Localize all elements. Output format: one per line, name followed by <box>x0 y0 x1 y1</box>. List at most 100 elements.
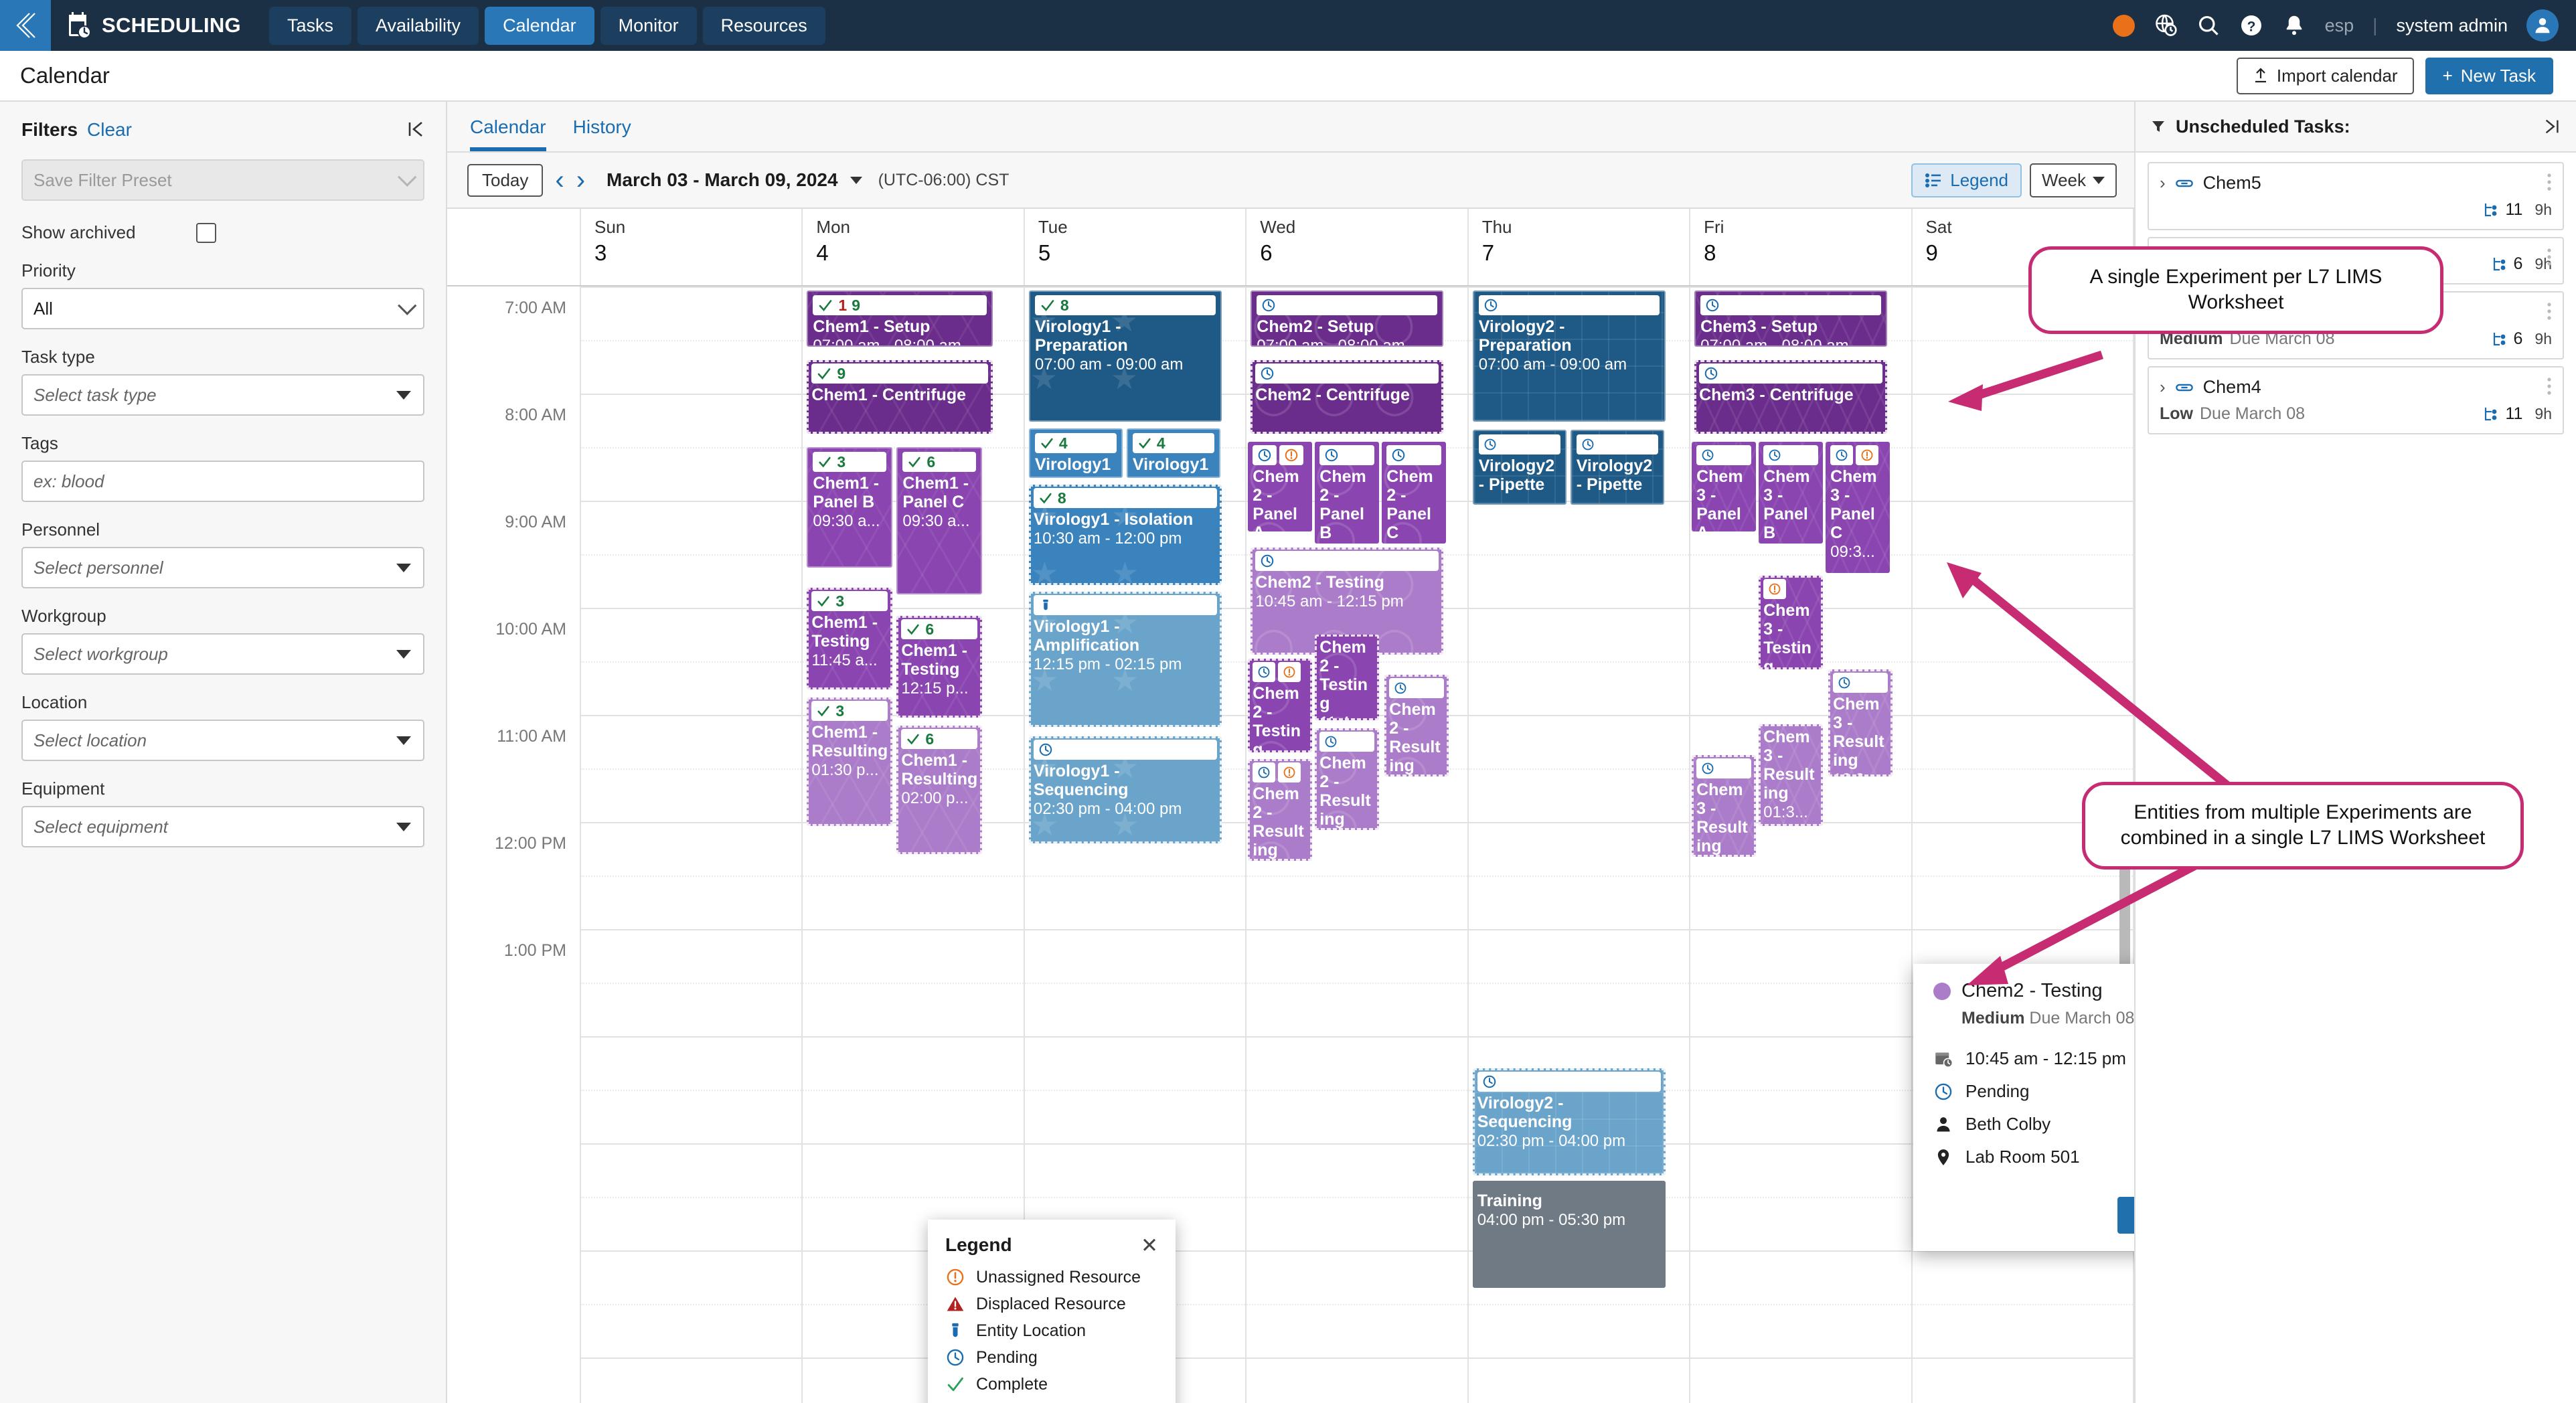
date-range-caret-icon[interactable] <box>850 176 862 184</box>
tags-input[interactable]: ex: blood <box>21 461 424 502</box>
back-button[interactable] <box>0 0 51 51</box>
day-column-thu[interactable]: Virology2 - Preparation 07:00 am - 09:00… <box>1468 286 1691 1403</box>
status-indicator-dot[interactable] <box>2112 14 2135 37</box>
prev-week-button[interactable]: ‹ <box>555 167 564 193</box>
calendar-event[interactable]: Chem3 - Resulting 01:3... <box>1759 724 1824 826</box>
calendar-event[interactable]: Virology2 - Preparation 07:00 am - 09:00… <box>1472 291 1666 422</box>
calendar-event[interactable]: Training 04:00 pm - 05:30 pm <box>1472 1181 1666 1288</box>
day-name: Fri <box>1704 217 1724 237</box>
calendar-event[interactable]: Chem2 - Resulting 01:3... <box>1315 728 1380 830</box>
kebab-menu-icon[interactable] <box>2547 248 2552 268</box>
avatar[interactable] <box>2526 9 2559 42</box>
help-icon[interactable]: ? <box>2239 13 2263 37</box>
calendar-event[interactable]: Chem3 - Panel B <box>1759 442 1824 544</box>
expand-chevron-icon[interactable]: › <box>2160 377 2166 398</box>
task-type-select[interactable]: Select task type <box>21 374 424 416</box>
list-item[interactable]: › Chem5 11 9h <box>2148 162 2564 230</box>
expand-panel-icon[interactable] <box>2543 117 2561 136</box>
tab-history[interactable]: History <box>573 116 631 151</box>
close-icon[interactable]: ✕ <box>1141 1235 1158 1256</box>
calendar-event[interactable]: Virology2 - Pipette <box>1570 430 1664 505</box>
calendar-event[interactable]: 4 Virology1 - Pipette <box>1028 428 1123 478</box>
kebab-menu-icon[interactable] <box>2547 377 2552 397</box>
nav-tabs: Tasks Availability Calendar Monitor Reso… <box>268 6 825 45</box>
locale-label[interactable]: esp <box>2325 15 2354 36</box>
legend-button-label: Legend <box>1950 169 2008 190</box>
kebab-menu-icon[interactable] <box>2547 302 2552 322</box>
calendar-event[interactable]: Chem2 - Panel C <box>1382 442 1447 544</box>
event-title: Chem3 - Resulting <box>1833 695 1884 770</box>
day-number: 3 <box>594 240 607 265</box>
list-item[interactable]: › Chem4 Low Due March 08 11 9h <box>2148 366 2564 434</box>
legend-button[interactable]: Legend <box>1911 163 2022 197</box>
calendar-event[interactable]: Chem3 - Panel C 09:3... <box>1826 442 1890 573</box>
today-button[interactable]: Today <box>467 163 544 197</box>
kebab-menu-icon[interactable] <box>2547 173 2552 193</box>
location-select[interactable]: Select location <box>21 720 424 761</box>
expand-chevron-icon[interactable]: › <box>2160 173 2166 193</box>
personnel-select[interactable]: Select personnel <box>21 547 424 588</box>
equipment-select[interactable]: Select equipment <box>21 806 424 847</box>
filter-icon[interactable] <box>2150 118 2166 135</box>
priority-select[interactable]: All <box>21 288 424 329</box>
calendar-event[interactable]: 6 Chem1 - Resulting 02:00 p... <box>896 726 983 854</box>
show-archived-checkbox[interactable] <box>195 222 216 243</box>
globe-clock-icon[interactable] <box>2154 13 2178 37</box>
show-archived-row: Show archived <box>21 222 424 243</box>
nav-tab-tasks[interactable]: Tasks <box>268 6 351 45</box>
calendar-event[interactable]: Chem2 - Panel B <box>1315 442 1380 544</box>
day-column-sun[interactable] <box>581 286 803 1403</box>
calendar-event[interactable]: Chem3 - Centrifuge <box>1694 360 1888 434</box>
calendar-event[interactable]: 6 Chem1 - Panel C 09:30 a... <box>896 447 983 594</box>
calendar-event[interactable]: Chem2 - Testing 11:4... <box>1315 635 1380 720</box>
link-icon <box>2175 179 2193 187</box>
pending-icon <box>1484 299 1497 312</box>
calendar-event[interactable]: Virology1 - Amplification 12:15 pm - 02:… <box>1028 592 1222 727</box>
calendar-event[interactable]: Chem3 - Panel A <box>1692 442 1757 531</box>
collapse-sidebar-icon[interactable] <box>406 119 426 139</box>
calendar-event[interactable]: Chem3 - Resulting 12:3... <box>1828 669 1893 776</box>
save-filter-preset-select[interactable]: Save Filter Preset <box>21 159 424 201</box>
calendar-event[interactable]: 8 Virology1 - Preparation 07:00 am - 09:… <box>1028 291 1222 422</box>
workgroup-select[interactable]: Select workgroup <box>21 633 424 675</box>
day-column-fri[interactable]: Chem3 - Setup 07:00 am - 08:00 am Chem3 … <box>1690 286 1913 1403</box>
calendar-event[interactable]: 9 Chem1 - Centrifuge <box>807 360 993 434</box>
import-calendar-button[interactable]: Import calendar <box>2236 57 2414 94</box>
calendar-event[interactable]: Chem2 - Resulting 12:3... <box>1384 675 1449 776</box>
calendar-event[interactable]: 6 Chem1 - Testing 12:15 p... <box>896 616 983 718</box>
nav-tab-calendar[interactable]: Calendar <box>485 6 594 45</box>
nav-tab-resources[interactable]: Resources <box>702 6 825 45</box>
calendar-event[interactable]: Chem2 - Centrifuge <box>1251 360 1444 434</box>
calendar-event[interactable]: Chem2 - Setup 07:00 am - 08:00 am <box>1251 291 1444 347</box>
edit-task-button[interactable]: Edit Task <box>2117 1197 2134 1234</box>
legend-item-label: Complete <box>976 1374 1048 1394</box>
calendar-event[interactable]: Virology2 - Pipette <box>1472 430 1566 505</box>
calendar-event[interactable]: 4 Virology1 - Pipette <box>1126 428 1220 478</box>
calendar-event[interactable]: Virology2 - Sequencing 02:30 pm - 04:00 … <box>1472 1068 1666 1175</box>
calendar-event[interactable]: 1 9 Chem1 - Setup 07:00 am - 08:00 am <box>807 291 993 347</box>
filters-clear-link[interactable]: Clear <box>87 119 132 141</box>
calendar-event[interactable]: 3 Chem1 - Resulting 01:30 p... <box>807 697 893 826</box>
user-name-label[interactable]: system admin <box>2396 15 2508 36</box>
nav-tab-availability[interactable]: Availability <box>357 6 479 45</box>
view-mode-button[interactable]: Week <box>2030 163 2117 197</box>
calendar-event[interactable]: Chem3 - Resulting 02:0... <box>1692 755 1757 857</box>
calendar-event[interactable]: Chem2 - Testing 12:1... <box>1248 659 1313 752</box>
calendar-event[interactable]: Chem3 - Setup 07:00 am - 08:00 am <box>1694 291 1888 347</box>
nav-tab-monitor[interactable]: Monitor <box>600 6 697 45</box>
tab-calendar[interactable]: Calendar <box>470 116 546 151</box>
displaced-resource-icon <box>945 1294 965 1314</box>
calendar-event[interactable]: 3 Chem1 - Panel B 09:30 a... <box>807 447 893 568</box>
calendar-event[interactable]: 8 Virology1 - Isolation 10:30 am - 12:00… <box>1028 485 1222 585</box>
calendar-event[interactable]: Chem3 - Testing <box>1759 576 1824 669</box>
search-icon[interactable] <box>2196 13 2221 37</box>
day-column-wed[interactable]: Chem2 - Setup 07:00 am - 08:00 am Chem2 … <box>1246 286 1469 1403</box>
calendar-event[interactable]: Virology1 - Sequencing 02:30 pm - 04:00 … <box>1028 736 1222 843</box>
next-week-button[interactable]: › <box>576 167 585 193</box>
calendar-event[interactable]: 3 Chem1 - Testing 11:45 a... <box>807 588 893 689</box>
bell-icon[interactable] <box>2282 13 2306 37</box>
calendar-event[interactable]: Chem2 - Panel A <box>1248 442 1313 531</box>
day-header-sun: Sun 3 <box>581 209 803 285</box>
new-task-button[interactable]: + New Task <box>2425 57 2553 94</box>
calendar-event[interactable]: Chem2 - Resulting 02:0... <box>1248 759 1313 861</box>
